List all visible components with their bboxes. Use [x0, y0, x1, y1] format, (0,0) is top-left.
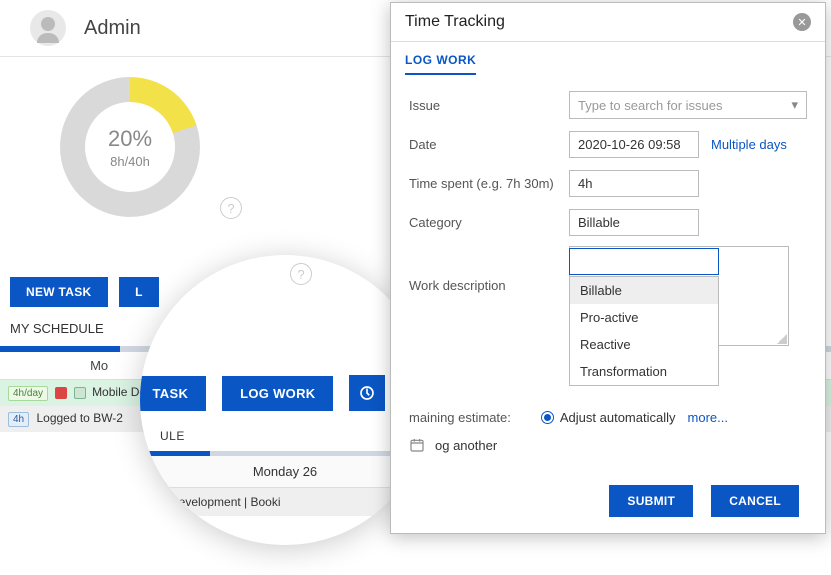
task-button[interactable]: TASK [140, 376, 206, 411]
mag-row[interactable]: Development | Booki [140, 488, 430, 516]
issue-placeholder: Type to search for issues [578, 98, 723, 113]
label-work-description: Work description [409, 248, 569, 293]
submit-button[interactable]: SUBMIT [609, 485, 693, 517]
log-work-button[interactable]: LOG WORK [222, 376, 333, 411]
label-date: Date [409, 137, 569, 152]
badge-hours: 4h/day [8, 386, 48, 401]
mag-day-header: Monday 26 [140, 456, 430, 488]
username: Admin [84, 17, 141, 40]
avatar[interactable] [30, 10, 66, 46]
row-text: Logged to BW-2 [36, 411, 123, 425]
calendar-icon [55, 387, 67, 399]
dropdown-option[interactable]: Pro-active [570, 304, 718, 331]
label-category: Category [409, 215, 569, 230]
check-icon [74, 387, 86, 399]
donut-percent: 20% [108, 126, 152, 152]
close-icon[interactable]: ✕ [793, 13, 811, 31]
adjust-auto-radio[interactable]: Adjust automatically [541, 410, 676, 425]
timer-icon [358, 384, 376, 402]
timer-icon-button[interactable] [349, 375, 385, 411]
tab-log-work[interactable]: LOG WORK [405, 53, 476, 75]
dropdown-option[interactable]: Billable [570, 277, 718, 304]
log-another-label: og another [435, 438, 497, 453]
dropdown-option[interactable]: Reactive [570, 331, 718, 358]
magnifier-lens: ? TASK LOG WORK ULE Monday 26 Developmen… [140, 255, 430, 545]
category-dropdown: Billable Pro-active Reactive Transformat… [569, 276, 719, 386]
issue-select[interactable]: Type to search for issues ▾ [569, 91, 807, 119]
badge-hours: 4h [8, 412, 29, 427]
date-input[interactable] [569, 131, 699, 158]
dropdown-option[interactable]: Transformation [570, 358, 718, 385]
donut-sub: 8h/40h [108, 154, 152, 169]
category-search-input[interactable] [569, 248, 719, 275]
calendar-icon [409, 437, 425, 453]
new-task-button[interactable]: NEW TASK [10, 277, 108, 307]
help-icon[interactable]: ? [290, 263, 312, 285]
category-input[interactable] [569, 209, 699, 236]
progress-donut: 20% 8h/40h [60, 77, 200, 217]
help-icon[interactable]: ? [220, 197, 242, 219]
label-time-spent: Time spent (e.g. 7h 30m) [409, 176, 569, 191]
time-tracking-dialog: Time Tracking ✕ LOG WORK Issue Type to s… [390, 2, 826, 534]
cancel-button[interactable]: CANCEL [711, 485, 799, 517]
chevron-down-icon: ▾ [791, 97, 798, 113]
label-remaining-estimate: maining estimate: [409, 410, 511, 425]
more-link[interactable]: more... [688, 410, 728, 425]
label-issue: Issue [409, 98, 569, 113]
multiple-days-link[interactable]: Multiple days [711, 137, 787, 152]
adjust-auto-label: Adjust automatically [560, 410, 676, 425]
time-spent-input[interactable] [569, 170, 699, 197]
dialog-title: Time Tracking [405, 13, 505, 31]
